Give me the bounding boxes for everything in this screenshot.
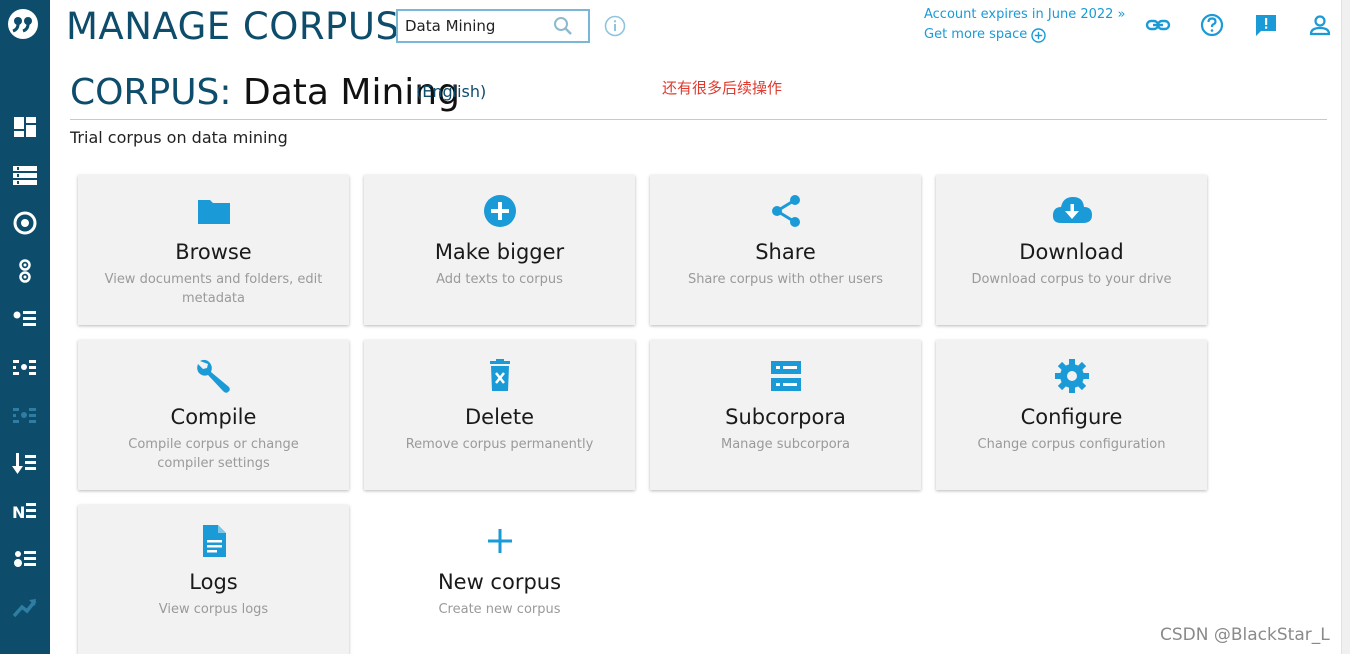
- card-description: View corpus logs: [158, 602, 269, 617]
- thesaurus-icon[interactable]: [0, 397, 50, 433]
- ne-icon[interactable]: N: [0, 493, 50, 529]
- share-card[interactable]: Share Share corpus with other users: [650, 175, 921, 325]
- svg-text:N: N: [12, 503, 25, 522]
- subcorpora-card[interactable]: Subcorpora Manage subcorpora: [650, 340, 921, 490]
- cloud-download-icon: [936, 193, 1207, 229]
- search-box: [396, 9, 590, 43]
- search-icon[interactable]: [548, 12, 578, 40]
- download-card[interactable]: Download Download corpus to your drive: [936, 175, 1207, 325]
- logo-icon[interactable]: [7, 8, 39, 40]
- feedback-icon[interactable]: [1253, 12, 1279, 38]
- list-icon[interactable]: [0, 157, 50, 193]
- annotation-note: 还有很多后续操作: [662, 80, 783, 97]
- card-description: Compile corpus or change compiler settin…: [128, 437, 299, 471]
- subcorpora-icon: [650, 358, 921, 394]
- ngrams-icon[interactable]: [0, 541, 50, 577]
- card-title: Share: [755, 240, 816, 264]
- logs-card[interactable]: Logs View corpus logs: [78, 505, 349, 654]
- document-icon: [78, 523, 349, 559]
- delete-card[interactable]: Delete Remove corpus permanently: [364, 340, 635, 490]
- link-icon[interactable]: [1145, 12, 1171, 38]
- wordsketch-icon[interactable]: [0, 349, 50, 385]
- user-icon[interactable]: [1307, 12, 1333, 38]
- configure-card[interactable]: Configure Change corpus configuration: [936, 340, 1207, 490]
- folder-icon: [78, 193, 349, 229]
- card-description: Manage subcorpora: [721, 437, 850, 452]
- browse-card[interactable]: Browse View documents and folders, edit …: [78, 175, 349, 325]
- watermark: CSDN @BlackStar_L: [1160, 625, 1330, 645]
- info-icon[interactable]: [604, 15, 626, 37]
- gear-icon: [936, 358, 1207, 394]
- trends-icon[interactable]: [0, 589, 50, 625]
- card-title: Delete: [465, 405, 534, 429]
- card-title: Compile: [170, 405, 257, 429]
- card-title: New corpus: [437, 570, 562, 594]
- account-expires-link[interactable]: Account expires in June 2022 »: [924, 5, 1126, 25]
- card-description: Download corpus to your drive: [971, 272, 1172, 287]
- card-description: Share corpus with other users: [687, 272, 884, 287]
- trash-icon: [364, 358, 635, 394]
- divider: [70, 119, 1327, 120]
- card-title: Configure: [1020, 405, 1123, 429]
- app-title: MANAGE CORPUS: [66, 5, 400, 48]
- get-more-space-label: Get more space: [924, 27, 1028, 42]
- new-corpus-card[interactable]: New corpus Create new corpus: [364, 505, 635, 654]
- card-description: Add texts to corpus: [436, 272, 563, 287]
- card-title: Make bigger: [434, 240, 565, 264]
- card-description: Change corpus configuration: [977, 437, 1166, 452]
- search-input[interactable]: [398, 12, 548, 40]
- help-icon[interactable]: [1199, 12, 1225, 38]
- share-icon: [650, 193, 921, 229]
- parallel-icon[interactable]: [0, 253, 50, 289]
- concordance-icon[interactable]: [0, 205, 50, 241]
- card-title: Browse: [175, 240, 252, 264]
- get-more-space-link[interactable]: Get more space: [924, 25, 1126, 45]
- scrollbar[interactable]: [1341, 0, 1350, 654]
- card-title: Download: [1019, 240, 1124, 264]
- keywords-icon[interactable]: [0, 445, 50, 481]
- corpus-description: Trial corpus on data mining: [70, 128, 288, 147]
- wrench-icon: [78, 358, 349, 394]
- card-description: Create new corpus: [438, 602, 561, 617]
- corpus-label: CORPUS:: [70, 72, 232, 113]
- make-bigger-card[interactable]: Make bigger Add texts to corpus: [364, 175, 635, 325]
- plus-circle-small-icon: [1031, 27, 1046, 43]
- compile-card[interactable]: Compile Compile corpus or change compile…: [78, 340, 349, 490]
- card-title: Logs: [189, 570, 238, 594]
- card-description: Remove corpus permanently: [405, 437, 594, 452]
- plus-circle-icon: [364, 193, 635, 229]
- sidebar: N: [0, 0, 50, 654]
- card-description: View documents and folders, edit metadat…: [104, 272, 323, 306]
- wordlist-icon[interactable]: [0, 301, 50, 337]
- corpus-language: (English): [416, 82, 487, 101]
- dashboard-icon[interactable]: [0, 109, 50, 145]
- card-title: Subcorpora: [725, 405, 846, 429]
- account-info: Account expires in June 2022 » Get more …: [924, 5, 1126, 45]
- page-title: CORPUS: Data Mining: [70, 72, 460, 113]
- plus-icon: [364, 523, 635, 559]
